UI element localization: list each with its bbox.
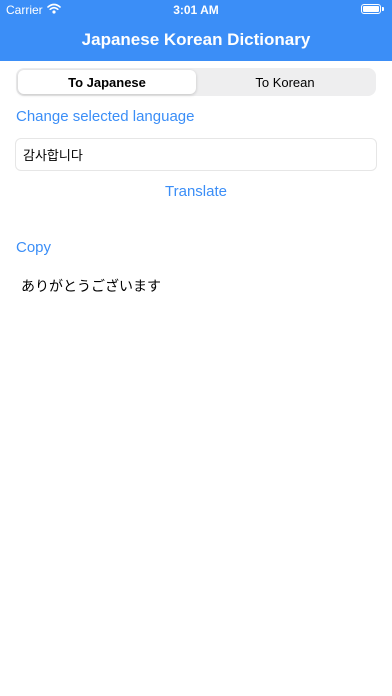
- status-bar: Carrier 3:01 AM: [0, 0, 392, 20]
- copy-button[interactable]: Copy: [16, 239, 51, 256]
- header-bar: Carrier 3:01 AM Japanese Korean Dictiona…: [0, 0, 392, 61]
- segment-to-japanese[interactable]: To Japanese: [18, 70, 196, 94]
- change-language-button[interactable]: Change selected language: [16, 108, 194, 125]
- status-time: 3:01 AM: [173, 3, 219, 17]
- source-text-input[interactable]: 감사합니다: [15, 138, 377, 171]
- segment-to-korean[interactable]: To Korean: [196, 70, 374, 94]
- page-title: Japanese Korean Dictionary: [81, 30, 311, 49]
- language-segmented-control: To Japanese To Korean: [16, 68, 376, 96]
- battery-icon: [361, 4, 384, 14]
- translation-result: ありがとうございます: [21, 278, 161, 294]
- translate-button[interactable]: Translate: [0, 183, 392, 200]
- app-screen: Carrier 3:01 AM Japanese Korean Dictiona…: [0, 0, 392, 696]
